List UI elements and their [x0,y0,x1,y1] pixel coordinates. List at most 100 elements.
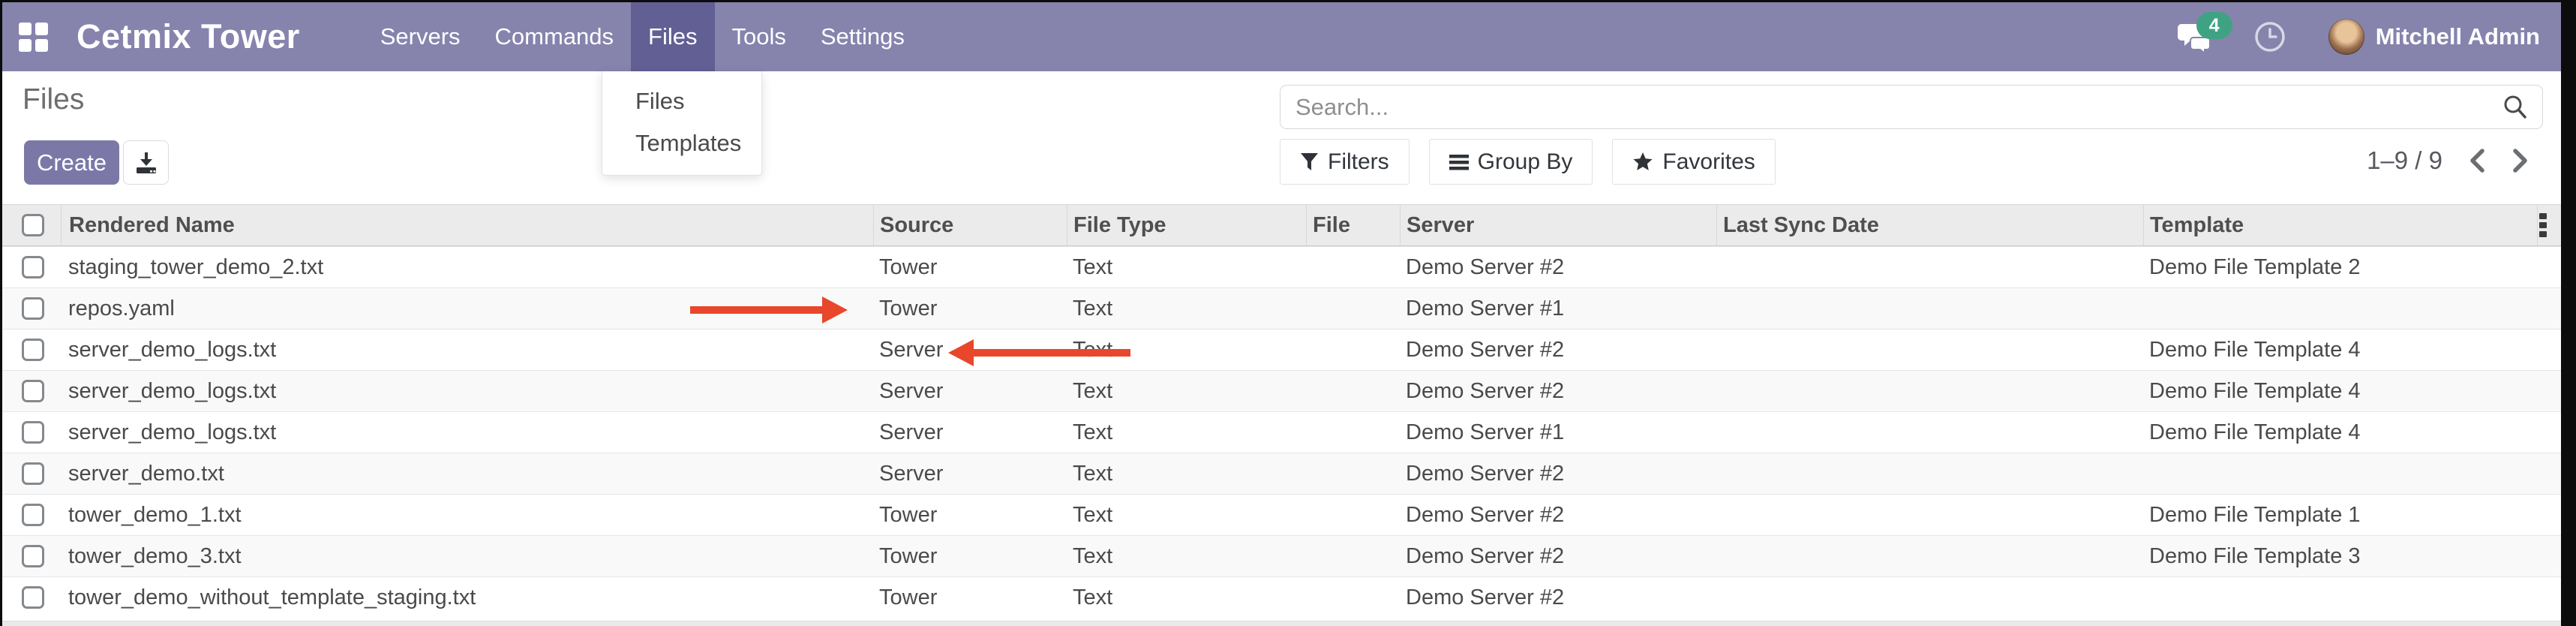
select-all-checkbox[interactable] [22,214,44,236]
clock-icon [2253,20,2286,53]
optional-columns-button[interactable] [2538,213,2547,237]
cell-server: Demo Server #2 [1400,338,1716,363]
pager-previous-button[interactable] [2468,148,2486,173]
cell-server: Demo Server #2 [1400,255,1716,280]
menu-item-servers[interactable]: Servers [363,2,478,71]
cell-file-type: Text [1067,255,1306,280]
search-bar [1280,85,2543,129]
cell-source: Server [873,462,1067,486]
annotation-arrow-right [690,296,848,324]
dropdown-item-files[interactable]: Files [602,80,761,122]
cell-source: Tower [873,503,1067,528]
cell-template: Demo File Template 2 [2143,255,2537,280]
magnifier-icon [2502,94,2529,121]
activities-button[interactable] [2253,20,2286,53]
table-row[interactable]: tower_demo_without_template_staging.txt … [2,576,2561,618]
user-name: Mitchell Admin [2376,23,2540,50]
cell-source: Tower [873,255,1067,280]
cell-template: Demo File Template 4 [2143,338,2537,363]
cell-source: Tower [873,585,1067,610]
table-row[interactable]: server_demo_logs.txt Server Text Demo Se… [2,329,2561,370]
column-header-template[interactable]: Template [2143,205,2537,245]
column-header-file[interactable]: File [1306,205,1400,245]
cell-rendered-name: server_demo_logs.txt [61,338,873,363]
column-header-server[interactable]: Server [1400,205,1716,245]
cell-server: Demo Server #2 [1400,379,1716,404]
table-row[interactable]: server_demo_logs.txt Server Text Demo Se… [2,370,2561,411]
cell-template: Demo File Template 1 [2143,503,2537,528]
row-checkbox[interactable] [22,421,44,444]
cell-file-type: Text [1067,420,1306,445]
user-menu[interactable]: Mitchell Admin [2328,19,2540,55]
page-title: Files [23,83,84,116]
row-checkbox[interactable] [22,339,44,361]
column-header-last-sync-date[interactable]: Last Sync Date [1716,205,2143,245]
search-submit[interactable] [2488,94,2542,121]
table-row[interactable]: tower_demo_3.txt Tower Text Demo Server … [2,535,2561,576]
group-by-label: Group By [1478,149,1573,175]
app-window: Cetmix Tower Servers Commands Files Tool… [2,2,2561,626]
create-button[interactable]: Create [24,140,119,185]
cell-template: Demo File Template 4 [2143,379,2537,404]
cell-template: Demo File Template 4 [2143,420,2537,445]
menu-item-settings[interactable]: Settings [803,2,922,71]
table-header-row: Rendered Name Source File Type File Serv… [2,204,2561,246]
main-menu: Servers Commands Files Tools Settings [363,2,922,71]
row-checkbox[interactable] [22,545,44,567]
messages-count-badge: 4 [2196,12,2232,39]
cell-source: Server [873,379,1067,404]
pager-next-button[interactable] [2511,148,2529,173]
cell-server: Demo Server #2 [1400,503,1716,528]
dropdown-item-templates[interactable]: Templates [602,122,761,164]
cell-template: Demo File Template 3 [2143,544,2537,569]
row-checkbox[interactable] [22,256,44,278]
filters-button[interactable]: Filters [1280,139,1410,185]
download-tray-icon [134,151,159,175]
messages-button[interactable]: 4 [2177,21,2211,53]
chevron-right-icon [2511,148,2529,173]
export-button[interactable] [123,140,169,185]
cell-rendered-name: server_demo_logs.txt [61,379,873,404]
menu-item-tools[interactable]: Tools [715,2,803,71]
table-row[interactable]: staging_tower_demo_2.txt Tower Text Demo… [2,246,2561,287]
table-row[interactable]: server_demo_logs.txt Server Text Demo Se… [2,411,2561,453]
favorites-button[interactable]: Favorites [1612,139,1775,185]
apps-menu-button[interactable] [2,23,66,52]
group-by-button[interactable]: Group By [1429,139,1593,185]
cell-source: Tower [873,296,1067,321]
cell-rendered-name: server_demo_logs.txt [61,420,873,445]
pager-range: 1–9 / 9 [2367,146,2442,175]
cell-server: Demo Server #1 [1400,296,1716,321]
files-list-table: Rendered Name Source File Type File Serv… [2,204,2561,618]
cell-source: Server [873,420,1067,445]
table-row[interactable]: server_demo.txt Server Text Demo Server … [2,453,2561,494]
cell-rendered-name: tower_demo_without_template_staging.txt [61,585,873,610]
bars-icon [1449,153,1469,171]
cell-server: Demo Server #2 [1400,585,1716,610]
row-checkbox[interactable] [22,586,44,609]
chevron-left-icon [2468,148,2486,173]
menu-item-commands[interactable]: Commands [478,2,632,71]
cell-rendered-name: staging_tower_demo_2.txt [61,255,873,280]
row-checkbox[interactable] [22,380,44,402]
apps-grid-icon [19,23,48,52]
table-row[interactable]: repos.yaml Tower Text Demo Server #1 [2,287,2561,329]
favorites-label: Favorites [1662,149,1755,175]
cell-file-type: Text [1067,544,1306,569]
column-header-file-type[interactable]: File Type [1067,205,1306,245]
cell-rendered-name: tower_demo_3.txt [61,544,873,569]
cell-source: Tower [873,544,1067,569]
row-checkbox[interactable] [22,462,44,485]
cell-file-type: Text [1067,585,1306,610]
menu-item-files[interactable]: Files [631,2,714,71]
star-icon [1632,152,1653,172]
filters-label: Filters [1328,149,1389,175]
table-row[interactable]: tower_demo_1.txt Tower Text Demo Server … [2,494,2561,535]
brand-title[interactable]: Cetmix Tower [66,17,315,56]
row-checkbox[interactable] [22,504,44,526]
column-header-rendered-name[interactable]: Rendered Name [61,205,873,245]
annotation-arrow-left [948,339,1130,366]
column-header-source[interactable]: Source [873,205,1067,245]
search-input[interactable] [1280,94,2488,121]
row-checkbox[interactable] [22,297,44,320]
